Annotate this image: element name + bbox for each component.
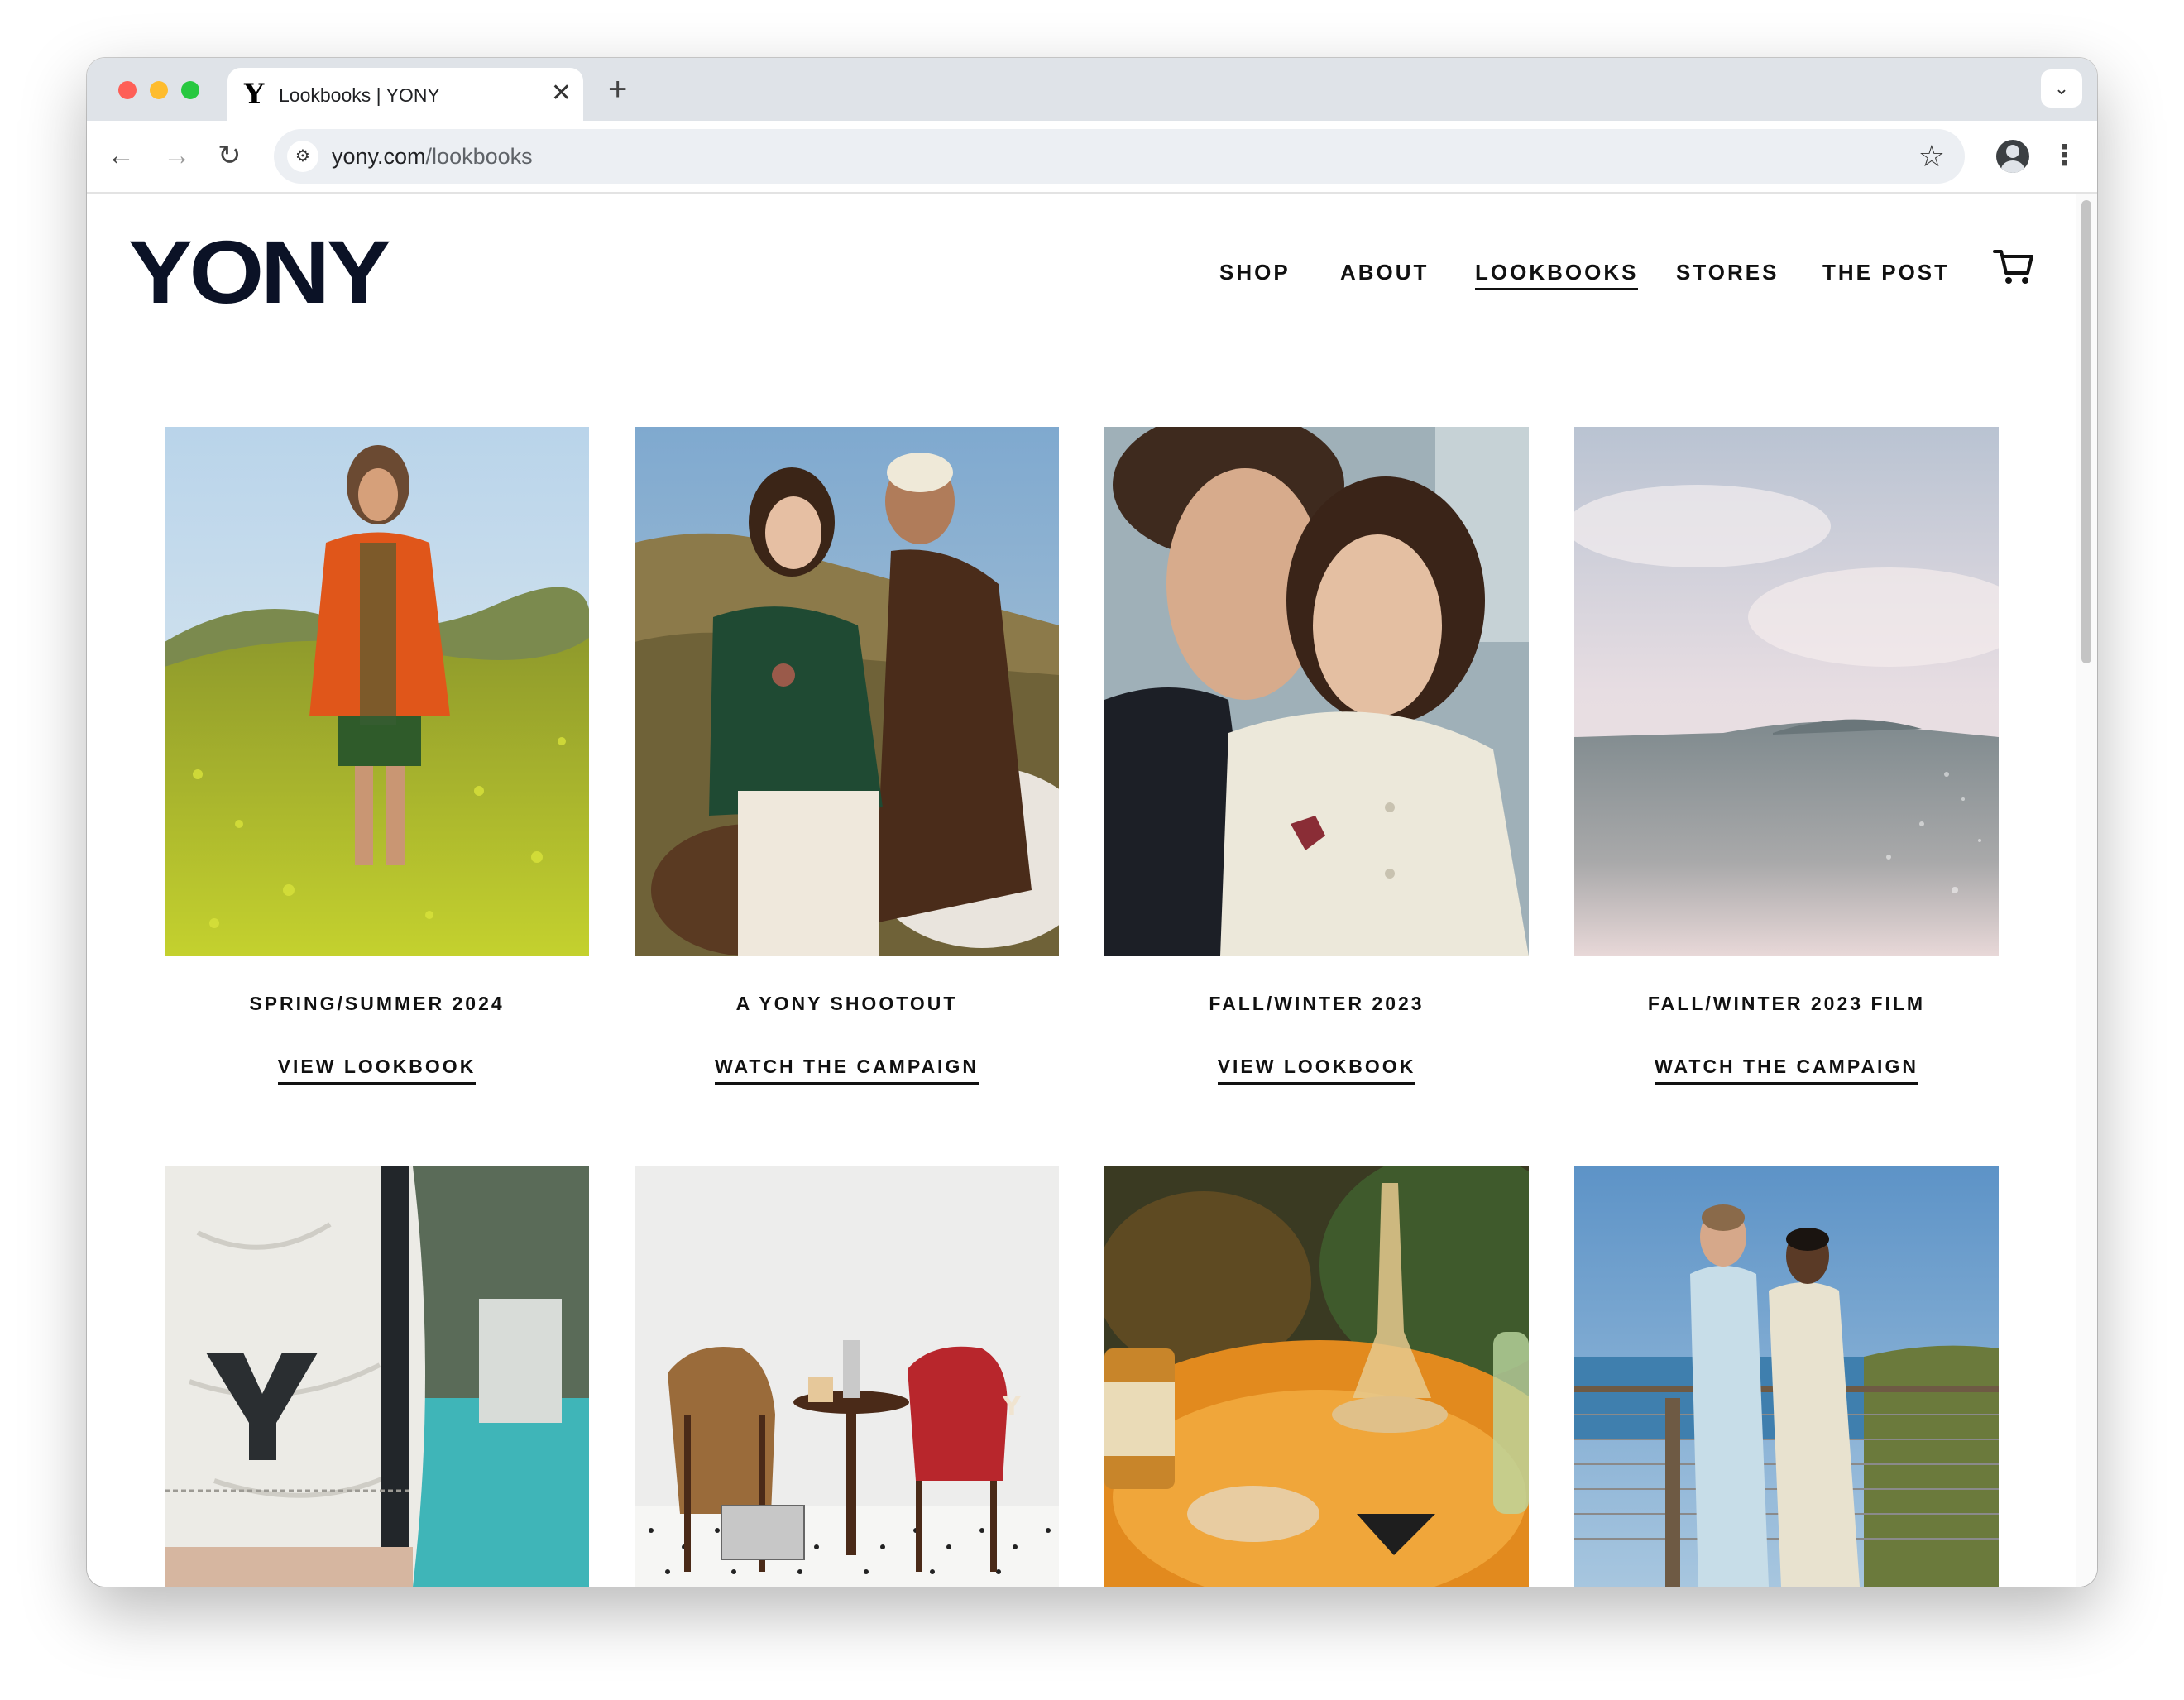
lookbook-image-7[interactable] [1104,1166,1529,1587]
lookbook-title-3: FALL/WINTER 2023 [1209,993,1425,1014]
lookbook-link-wrap-2: WATCH THE CAMPAIGN [635,1054,1059,1085]
minimize-window-button[interactable] [150,81,168,99]
close-icon[interactable]: ✕ [551,79,572,108]
lookbook-image-3[interactable] [1104,427,1529,956]
cart-icon[interactable] [1993,248,2034,286]
nav-about[interactable]: ABOUT [1340,258,1429,286]
zoom-window-button[interactable] [181,81,199,99]
arrow-left-icon[interactable]: ← [107,137,135,174]
chevron-down-icon[interactable]: ⌄ [2041,69,2082,108]
lookbook-title-4: FALL/WINTER 2023 FILM [1647,993,1926,1014]
tab-title: Lookbooks | YONY [279,84,440,106]
browser-toolbar: ← → ↻ ⚙ yony.com/lookbooks ☆ ⋮ [87,121,2097,194]
page-viewport: YONY SHOP ABOUT LOOKBOOKS STORES THE POS… [87,194,2097,1587]
url-text[interactable]: yony.com/lookbooks [332,143,533,170]
lookbook-link-wrap-3: VIEW LOOKBOOK [1104,1054,1529,1085]
lookbook-link-wrap-4: WATCH THE CAMPAIGN [1574,1054,1999,1085]
profile-icon[interactable] [1996,140,2029,173]
lookbook-link-wrap-1: VIEW LOOKBOOK [165,1054,589,1085]
browser-tab-active[interactable]: Y Lookbooks | YONY ✕ [228,68,583,121]
url-path: /lookbooks [425,144,533,169]
nav-shop[interactable]: SHOP [1219,258,1291,286]
lookbook-image-8[interactable] [1574,1166,1999,1587]
lookbook-image-6[interactable]: Y [635,1166,1059,1587]
address-bar[interactable]: ⚙ yony.com/lookbooks ☆ [274,129,1965,184]
main-nav: SHOP ABOUT LOOKBOOKS STORES THE POST [87,258,2097,291]
star-icon[interactable]: ☆ [1918,139,1945,174]
close-window-button[interactable] [118,81,136,99]
kebab-icon[interactable]: ⋮ [2051,136,2079,175]
watch-campaign-link-2[interactable]: WATCH THE CAMPAIGN [715,1054,979,1085]
yony-favicon-icon: Y [244,78,265,111]
plus-icon[interactable]: + [608,71,627,108]
arrow-right-icon[interactable]: → [163,137,191,174]
reload-icon[interactable]: ↻ [218,137,242,174]
nav-lookbooks[interactable]: LOOKBOOKS [1475,258,1639,290]
tab-bar: Y Lookbooks | YONY ✕ + ⌄ [87,58,2097,121]
nav-the-post[interactable]: THE POST [1822,258,1950,286]
lookbook-image-2[interactable] [635,427,1059,956]
tune-icon[interactable]: ⚙ [287,141,318,172]
lookbook-image-4[interactable] [1574,427,1999,956]
view-lookbook-link-1[interactable]: VIEW LOOKBOOK [277,1054,477,1085]
lookbook-image-5[interactable] [165,1166,589,1587]
lookbook-image-1[interactable] [165,427,589,956]
lookbook-title-1: SPRING/SUMMER 2024 [249,993,505,1014]
lookbook-title-2: A YONY SHOOTOUT [735,993,958,1014]
browser-window: Y Lookbooks | YONY ✕ + ⌄ ← → ↻ ⚙ yony.co… [87,58,2097,1587]
scrollbar-thumb[interactable] [2081,200,2091,663]
svg-text:Y: Y [1002,1392,1022,1421]
view-lookbook-link-3[interactable]: VIEW LOOKBOOK [1217,1054,1416,1085]
watch-campaign-link-4[interactable]: WATCH THE CAMPAIGN [1655,1054,1918,1085]
scrollbar[interactable] [2076,194,2097,1587]
url-host: yony.com [332,144,426,169]
nav-stores[interactable]: STORES [1676,258,1779,286]
